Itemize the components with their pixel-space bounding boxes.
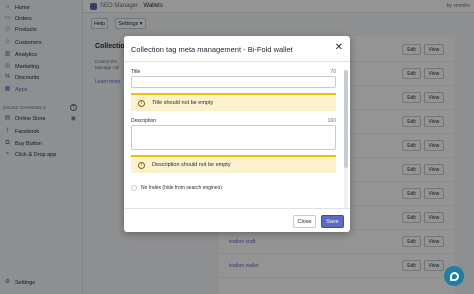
modal-body: Title 70 ! Title should not be empty Des… [124,63,350,203]
modal-footer: Close Save [124,208,350,232]
description-warning-text: Description should not be empty [152,162,231,168]
scrollbar-thumb[interactable] [344,70,348,168]
title-char-counter: 70 [330,69,336,75]
description-field-label: Description [131,118,157,124]
noindex-label: No Index (hide from search engines) [141,185,222,191]
description-char-counter: 160 [327,118,336,124]
modal-header: Collection tag meta management - Bi-Fold… [124,36,350,62]
close-icon[interactable]: ✕ [335,43,343,53]
help-chat-button[interactable] [444,266,464,286]
chat-bubble-icon [449,271,459,281]
title-warning-text: Title should not be empty [152,100,214,106]
title-warning-banner: ! Title should not be empty [131,93,336,111]
modal-scrollbar[interactable] [344,70,348,208]
save-button[interactable]: Save [321,215,344,228]
noindex-checkbox[interactable] [131,185,137,191]
description-warning-banner: ! Description should not be empty [131,155,336,173]
modal-title: Collection tag meta management - Bi-Fold… [131,45,293,54]
close-button[interactable]: Close [293,215,316,228]
tag-meta-modal: Collection tag meta management - Bi-Fold… [124,36,350,232]
title-input[interactable] [131,76,336,88]
description-textarea[interactable] [131,125,336,150]
noindex-option[interactable]: No Index (hide from search engines) [131,185,222,191]
warning-icon: ! [138,99,145,107]
title-field-label: Title [131,69,141,75]
warning-icon: ! [138,161,145,169]
